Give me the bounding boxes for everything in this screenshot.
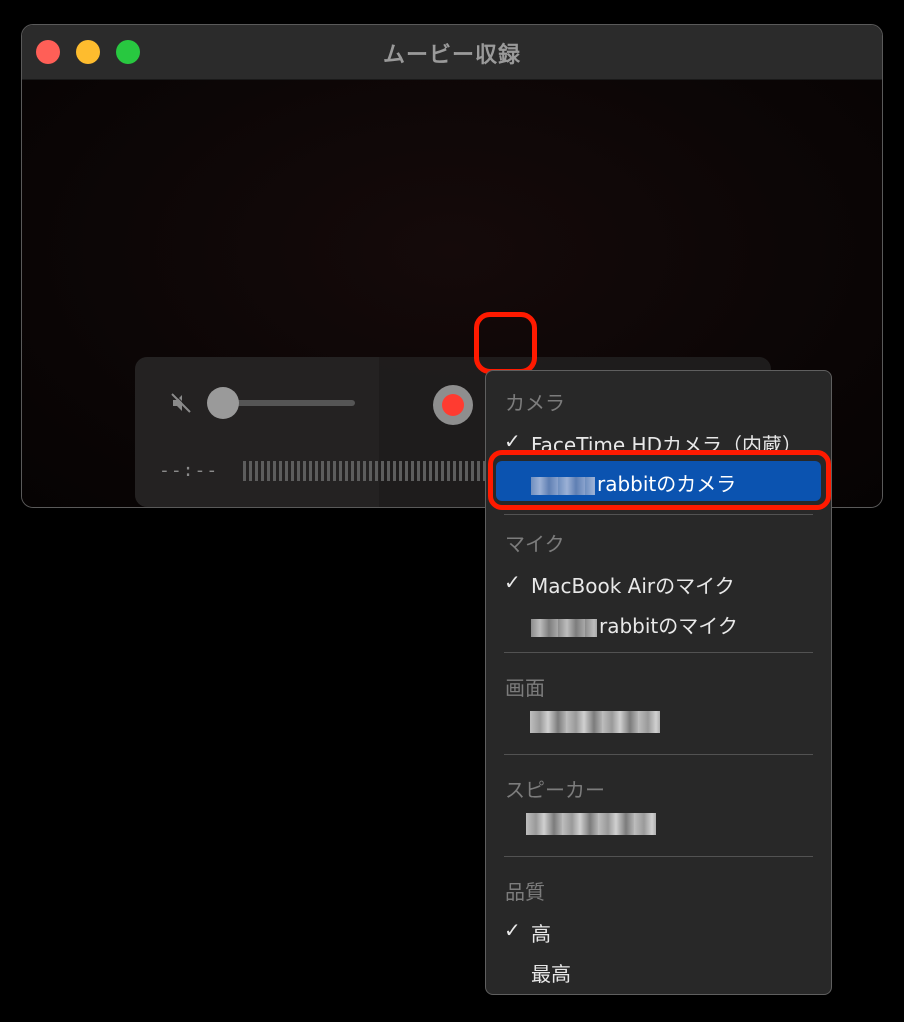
audio-controls-panel	[135, 357, 379, 507]
menu-item-screen-redacted[interactable]	[530, 711, 660, 733]
menu-item-quality-high[interactable]: ✓ 高	[490, 911, 827, 951]
menu-header-camera: カメラ	[505, 391, 565, 415]
menu-item-rabbit-camera[interactable]: rabbitのカメラ	[496, 461, 821, 501]
menu-item-label: FaceTime HDカメラ（内蔵）	[531, 433, 802, 457]
menu-item-rabbit-mic[interactable]: rabbitのマイク	[490, 603, 827, 643]
redacted-name	[531, 618, 597, 637]
volume-slider[interactable]	[207, 387, 355, 419]
menu-separator	[504, 514, 813, 515]
menu-header-speaker: スピーカー	[505, 778, 605, 802]
menu-item-speaker-redacted[interactable]	[526, 813, 656, 835]
menu-item-label: 高	[531, 922, 551, 946]
checkmark-icon: ✓	[504, 570, 521, 594]
checkmark-icon: ✓	[504, 918, 521, 942]
window-title: ムービー収録	[382, 43, 521, 68]
recording-timecode: --:--	[159, 460, 219, 481]
menu-item-macbook-mic[interactable]: ✓ MacBook Airのマイク	[490, 563, 827, 603]
menu-item-label: rabbitのカメラ	[531, 468, 736, 497]
menu-item-quality-max[interactable]: 最高	[490, 951, 827, 991]
menu-item-label: MacBook Airのマイク	[531, 574, 735, 598]
checkmark-icon: ✓	[504, 429, 521, 453]
volume-slider-knob[interactable]	[207, 387, 239, 419]
redacted-name	[531, 476, 595, 495]
record-button[interactable]	[433, 385, 473, 425]
menu-item-label: 最高	[531, 962, 571, 986]
record-icon	[442, 394, 464, 416]
speaker-muted-icon[interactable]	[169, 391, 193, 415]
audio-level-meter	[243, 461, 488, 481]
menu-item-facetime-camera[interactable]: ✓ FaceTime HDカメラ（内蔵）	[490, 422, 827, 462]
menu-separator	[504, 652, 813, 653]
menu-separator	[504, 754, 813, 755]
options-menu: カメラ ✓ FaceTime HDカメラ（内蔵） rabbitのカメラ マイク …	[485, 370, 832, 995]
menu-header-mic: マイク	[505, 532, 565, 556]
menu-item-label: rabbitのマイク	[531, 610, 738, 639]
menu-header-screen: 画面	[505, 676, 545, 700]
menu-separator	[504, 856, 813, 857]
menu-header-quality: 品質	[505, 880, 545, 904]
title-bar[interactable]: ムービー収録	[22, 25, 882, 80]
